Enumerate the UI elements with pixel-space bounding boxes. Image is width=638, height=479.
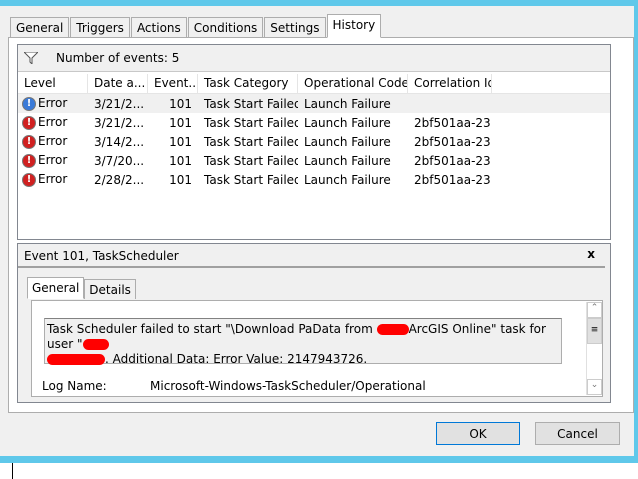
scroll-up-icon[interactable]: ⌃: [587, 302, 602, 318]
col-correlation-id[interactable]: Correlation Id: [408, 74, 492, 93]
error-icon: !: [22, 153, 36, 168]
date-cell: 3/21/2...: [94, 96, 145, 111]
error-icon: !: [22, 172, 36, 187]
level-text: Error: [38, 134, 68, 149]
col-level[interactable]: Level: [18, 74, 88, 93]
detail-tab-general[interactable]: General: [27, 277, 85, 299]
detail-body: Task Scheduler failed to start "\Downloa…: [31, 300, 603, 397]
correlation-cell: 2bf501aa-23...: [414, 153, 492, 168]
tab-settings[interactable]: Settings: [264, 17, 326, 38]
level-text: Error: [38, 115, 68, 130]
date-cell: 3/7/20...: [94, 153, 145, 168]
level-cell: ! Error: [18, 96, 88, 111]
category-cell: Task Start Failed: [204, 134, 298, 149]
table-row[interactable]: ! Error 3/21/2... 101 Task Start Failed L…: [18, 113, 610, 132]
cancel-button[interactable]: Cancel: [535, 422, 620, 445]
event-toolbar: Number of events: 5: [18, 45, 610, 72]
opcode-cell: Launch Failure: [304, 153, 391, 168]
level-cell: ! Error: [18, 115, 88, 130]
tab-conditions[interactable]: Conditions: [187, 17, 264, 38]
category-cell: Task Start Failed: [204, 96, 298, 111]
detail-scrollbar[interactable]: ⌃ ≡ ⌄: [586, 302, 602, 395]
event-cell: 101: [169, 153, 192, 168]
detail-title: Event 101, TaskScheduler x: [18, 244, 605, 268]
level-cell: ! Error: [18, 134, 88, 149]
event-cell: 101: [169, 134, 192, 149]
event-cell: 101: [169, 172, 192, 187]
event-count: Number of events: 5: [56, 51, 180, 65]
table-row[interactable]: ! Error 2/28/2... 101 Task Start Failed L…: [18, 170, 610, 189]
opcode-cell: Launch Failure: [304, 172, 391, 187]
col-operational-code[interactable]: Operational Code: [298, 74, 408, 93]
tab-general[interactable]: General: [10, 17, 70, 38]
log-name-value: Microsoft-Windows-TaskScheduler/Operatio…: [150, 379, 426, 393]
msg-part: . Additional Data: Error Value: 21479437…: [105, 352, 368, 366]
log-name-label: Log Name:: [42, 379, 107, 393]
tab-triggers[interactable]: Triggers: [70, 17, 130, 38]
opcode-cell: Launch Failure: [304, 96, 391, 111]
table-row[interactable]: ! Error 3/7/20... 101 Task Start Failed L…: [18, 151, 610, 170]
divider: [12, 463, 13, 479]
category-cell: Task Start Failed: [204, 115, 298, 130]
date-cell: 2/28/2...: [94, 172, 145, 187]
category-cell: Task Start Failed: [204, 153, 298, 168]
history-panel: Number of events: 5 Level Date a... Even…: [8, 37, 634, 413]
level-text: Error: [38, 172, 68, 187]
event-detail-pane: Event 101, TaskScheduler x General Detail…: [17, 243, 611, 403]
column-headers: Level Date a... Event... Task Category O…: [18, 74, 610, 94]
level-text: Error: [38, 153, 68, 168]
event-cell: 101: [169, 115, 192, 130]
redaction: [47, 354, 105, 365]
tab-history[interactable]: History: [326, 14, 382, 38]
scroll-thumb[interactable]: ≡: [587, 318, 602, 344]
correlation-cell: 2bf501aa-23...: [414, 115, 492, 130]
level-cell: ! Error: [18, 153, 88, 168]
msg-part: Task Scheduler failed to start "\Downloa…: [47, 322, 377, 336]
col-task-category[interactable]: Task Category: [198, 74, 298, 93]
detail-title-text: Event 101, TaskScheduler: [24, 249, 179, 263]
category-cell: Task Start Failed: [204, 172, 298, 187]
col-event[interactable]: Event...: [148, 74, 198, 93]
redaction: [376, 324, 409, 335]
close-icon[interactable]: x: [587, 247, 595, 261]
event-message[interactable]: Task Scheduler failed to start "\Downloa…: [44, 318, 562, 366]
level-text: Error: [38, 96, 68, 111]
task-properties-dialog: General Triggers Actions Conditions Sett…: [0, 6, 634, 456]
error-icon: !: [22, 134, 36, 149]
correlation-cell: 2bf501aa-23...: [414, 172, 492, 187]
opcode-cell: Launch Failure: [304, 115, 391, 130]
level-cell: ! Error: [18, 172, 88, 187]
opcode-cell: Launch Failure: [304, 134, 391, 149]
error-icon: !: [22, 115, 36, 130]
detail-tab-details[interactable]: Details: [84, 279, 136, 299]
tab-bar: General Triggers Actions Conditions Sett…: [10, 14, 382, 38]
date-cell: 3/14/2...: [94, 134, 145, 149]
correlation-cell: 2bf501aa-23...: [414, 134, 492, 149]
ok-button[interactable]: OK: [436, 422, 520, 445]
filter-icon[interactable]: [24, 52, 38, 64]
date-cell: 3/21/2...: [94, 115, 145, 130]
event-list: Number of events: 5 Level Date a... Even…: [17, 44, 611, 240]
table-row[interactable]: ! Error 3/21/2... 101 Task Start Failed L…: [18, 94, 610, 113]
table-row[interactable]: ! Error 3/14/2... 101 Task Start Failed L…: [18, 132, 610, 151]
tab-actions[interactable]: Actions: [130, 17, 187, 38]
scroll-down-icon[interactable]: ⌄: [587, 379, 602, 395]
error-icon: !: [22, 96, 36, 111]
event-cell: 101: [169, 96, 192, 111]
redaction: [82, 339, 109, 350]
col-date[interactable]: Date a...: [88, 74, 148, 93]
